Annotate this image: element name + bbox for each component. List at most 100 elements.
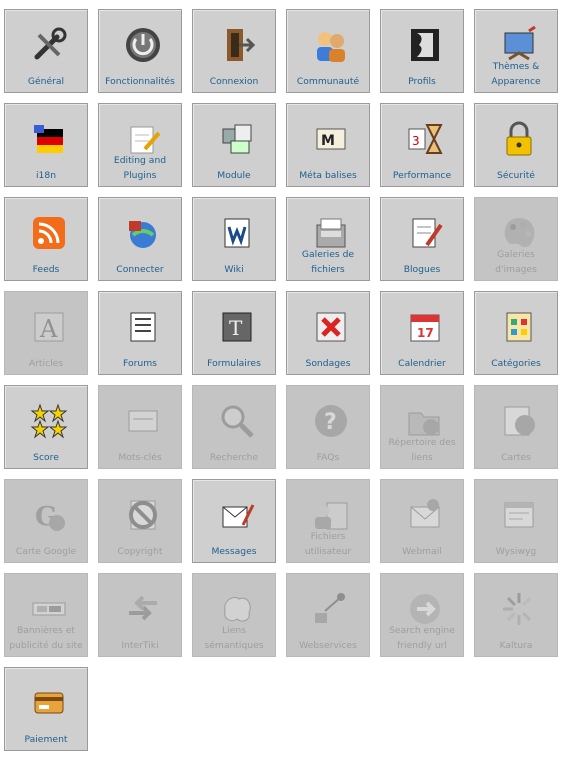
feature-tile-label[interactable]: Module	[195, 168, 273, 183]
feature-tile-label[interactable]: Thèmes & Apparence	[477, 59, 555, 89]
poll-x-icon	[311, 307, 351, 347]
feature-tile-label[interactable]: Sondages	[289, 356, 367, 371]
feature-tile-label[interactable]: Paiement	[7, 732, 85, 747]
feature-tile-label[interactable]: Communauté	[289, 74, 367, 89]
feature-tile-label: Webmail	[402, 546, 442, 557]
feature-tile-form-book[interactable]: T Formulaires	[192, 291, 276, 375]
feature-tile-label[interactable]: Wiki	[195, 262, 273, 277]
feature-tile-forum-document[interactable]: Forums	[98, 291, 182, 375]
feature-tile-sefurl[interactable]: Search engine friendly url	[380, 573, 464, 657]
feature-tile-folder-globe[interactable]: Répertoire des liens	[380, 385, 464, 469]
feature-tile-google-globe[interactable]: G Carte Google	[4, 479, 88, 563]
feature-tile-label: FAQs	[316, 452, 340, 463]
padlock-icon	[499, 119, 539, 159]
feature-tile-label: Articles	[28, 358, 64, 369]
feature-tile-label[interactable]: Connexion	[195, 74, 273, 89]
feature-tile-padlock[interactable]: Sécurité	[474, 103, 558, 187]
feature-tile-label: Cartes	[501, 452, 531, 463]
svg-text:3: 3	[412, 134, 420, 148]
feature-tile-calendar[interactable]: 17 Calendrier	[380, 291, 464, 375]
feature-tile-label: Webservices	[299, 640, 357, 651]
feature-tile-label: Copyright	[117, 546, 163, 557]
blog-pencil-icon	[405, 213, 445, 253]
feature-tile-label: Galeries d'images	[495, 249, 537, 275]
feature-tile-label: Répertoire des liens	[388, 437, 456, 463]
feature-tile-wysiwyg[interactable]: Wysiwyg	[474, 479, 558, 563]
feature-tile-palette[interactable]: Galeries d'images	[474, 197, 558, 281]
messages-icon	[217, 495, 257, 535]
feature-tile-label[interactable]: Formulaires	[195, 356, 273, 371]
map-globe-icon	[499, 401, 539, 441]
arrows-exchange-icon	[123, 589, 163, 629]
feature-tile-payment-card[interactable]: Paiement	[4, 667, 88, 751]
feature-tile-webservices[interactable]: Webservices	[286, 573, 370, 657]
feature-tile-poll-x[interactable]: Sondages	[286, 291, 370, 375]
feature-tile-label[interactable]: Blogues	[383, 262, 461, 277]
feature-tile-article-letter[interactable]: A Articles	[4, 291, 88, 375]
feature-tile-door-enter[interactable]: Connexion	[192, 9, 276, 93]
feature-tile-label[interactable]: Forums	[101, 356, 179, 371]
feature-tile-flags[interactable]: i18n	[4, 103, 88, 187]
form-book-icon: T	[217, 307, 257, 347]
feature-tile-kaltura[interactable]: Kaltura	[474, 573, 558, 657]
feature-tile-user-files[interactable]: Fichiers utilisateur	[286, 479, 370, 563]
feature-tile-categories[interactable]: Catégories	[474, 291, 558, 375]
feature-tile-paint-canvas[interactable]: Thèmes & Apparence	[474, 9, 558, 93]
kaltura-icon	[499, 589, 539, 629]
svg-text:M: M	[321, 133, 335, 149]
feature-tile-magnifier[interactable]: Recherche	[192, 385, 276, 469]
keyword-card-icon	[123, 401, 163, 441]
feature-tile-label[interactable]: Fonctionnalités	[101, 74, 179, 89]
webservices-icon	[311, 589, 351, 629]
feature-tile-notepad-pencil[interactable]: Editing and Plugins	[98, 103, 182, 187]
feature-tile-label[interactable]: Galeries de fichiers	[289, 247, 367, 277]
feature-tile-messages[interactable]: Messages	[192, 479, 276, 563]
feature-tile-label[interactable]: Général	[7, 74, 85, 89]
feature-tile-label[interactable]: Sécurité	[477, 168, 555, 183]
users-icon	[311, 25, 351, 65]
door-enter-icon	[217, 25, 257, 65]
feature-tile-modules[interactable]: Module	[192, 103, 276, 187]
feature-tile-tools[interactable]: Général	[4, 9, 88, 93]
feature-tile-label[interactable]: Méta balises	[289, 168, 367, 183]
feature-tile-label[interactable]: Connecter	[101, 262, 179, 277]
feature-tile-file-cabinet[interactable]: Galeries de fichiers	[286, 197, 370, 281]
feature-tile-label[interactable]: Feeds	[7, 262, 85, 277]
feature-tile-label[interactable]: Catégories	[477, 356, 555, 371]
feature-tile-blog-pencil[interactable]: Blogues	[380, 197, 464, 281]
feature-tile-label[interactable]: Performance	[383, 168, 461, 183]
profile-silhouette-icon	[405, 25, 445, 65]
feature-tile-label: Search engine friendly url	[389, 625, 455, 651]
feature-tile-wiki[interactable]: Wiki	[192, 197, 276, 281]
no-copy-icon	[123, 495, 163, 535]
payment-card-icon	[29, 683, 69, 723]
feature-tile-label[interactable]: Messages	[195, 544, 273, 559]
feature-tile-label: Liens sémantiques	[204, 625, 264, 651]
feature-tile-banner[interactable]: Bannières et publicité du site	[4, 573, 88, 657]
feature-tile-hourglass-calendar[interactable]: 3 Performance	[380, 103, 464, 187]
feature-tile-stars[interactable]: Score	[4, 385, 88, 469]
feature-tile-globe-plug[interactable]: Connecter	[98, 197, 182, 281]
feature-tile-users[interactable]: Communauté	[286, 9, 370, 93]
svg-text:?: ?	[324, 410, 337, 435]
google-globe-icon: G	[29, 495, 69, 535]
feature-tile-profile-silhouette[interactable]: Profils	[380, 9, 464, 93]
wysiwyg-icon	[499, 495, 539, 535]
feature-tile-keyword-card[interactable]: Mots-clés	[98, 385, 182, 469]
feature-tile-rss[interactable]: Feeds	[4, 197, 88, 281]
feature-tile-label[interactable]: Editing and Plugins	[101, 153, 179, 183]
feature-tile-question[interactable]: ? FAQs	[286, 385, 370, 469]
feature-tile-label: Fichiers utilisateur	[304, 531, 352, 557]
feature-tile-map-globe[interactable]: Cartes	[474, 385, 558, 469]
feature-tile-webmail[interactable]: Webmail	[380, 479, 464, 563]
feature-tile-power[interactable]: Fonctionnalités	[98, 9, 182, 93]
feature-tile-label[interactable]: Profils	[383, 74, 461, 89]
feature-tile-brain[interactable]: Liens sémantiques	[192, 573, 276, 657]
feature-tile-no-copy[interactable]: Copyright	[98, 479, 182, 563]
feature-tile-label[interactable]: Score	[7, 450, 85, 465]
feature-tile-meta-card[interactable]: M Méta balises	[286, 103, 370, 187]
feature-tile-label[interactable]: i18n	[7, 168, 85, 183]
feature-tile-arrows-exchange[interactable]: InterTiki	[98, 573, 182, 657]
svg-text:17: 17	[417, 326, 434, 340]
feature-tile-label[interactable]: Calendrier	[383, 356, 461, 371]
